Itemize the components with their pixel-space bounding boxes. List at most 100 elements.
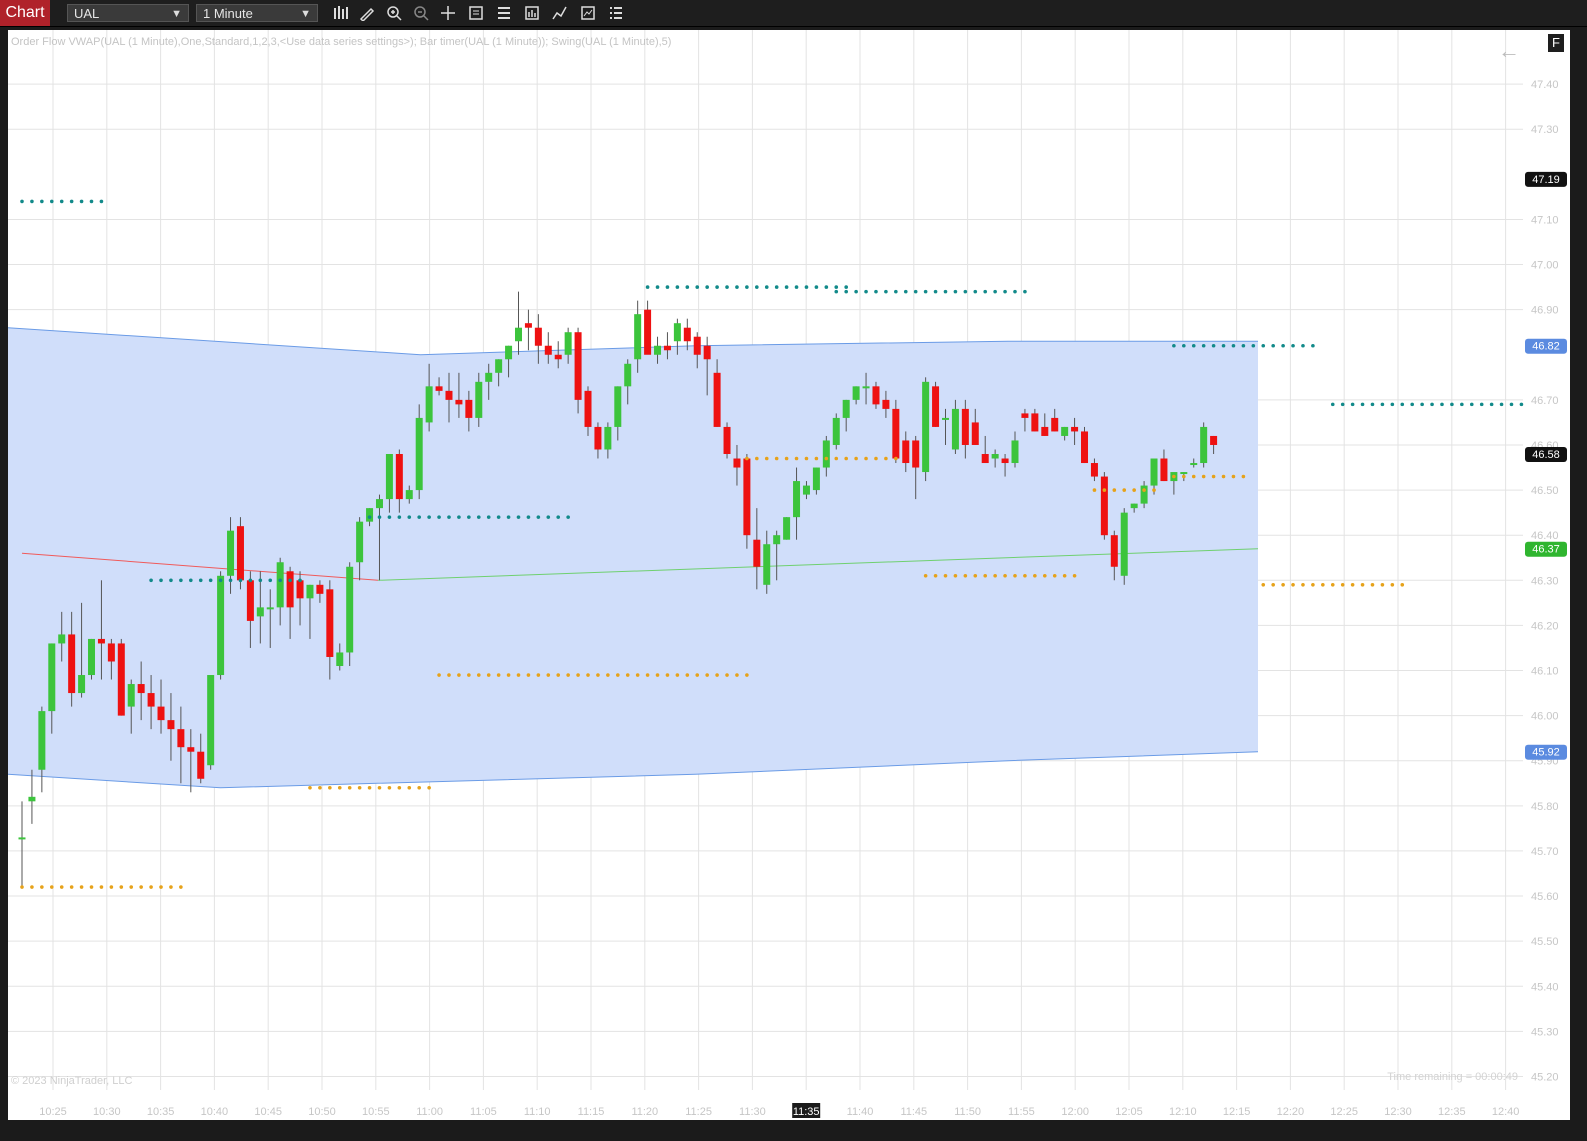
swing-high-dot — [645, 285, 650, 289]
swing-high-dot — [397, 515, 402, 519]
swing-high-dot — [1003, 289, 1007, 294]
f-button[interactable]: F — [1548, 34, 1564, 52]
swing-low-dot — [814, 456, 819, 461]
properties-icon[interactable] — [494, 3, 514, 23]
swing-high-dot — [814, 285, 819, 289]
candle-down — [246, 580, 254, 621]
swing-low-dot — [1052, 573, 1057, 578]
chart-panel[interactable]: 47.40 47.30 47.10 47.00 46.90 46.70 46.60 46.50… — [8, 30, 1570, 1120]
candle-down — [1160, 458, 1168, 482]
swing-low-dot — [745, 456, 749, 461]
swing-low-dot — [99, 885, 104, 889]
swing-low-dot — [1033, 573, 1037, 578]
x-tick-label: 12:10 — [1169, 1106, 1197, 1118]
zoom-out-icon[interactable] — [411, 3, 431, 23]
candle-down — [1081, 431, 1089, 464]
candle-up — [18, 837, 26, 840]
instrument-selector[interactable]: UAL ▼ — [67, 4, 189, 22]
swing-low-dot — [377, 785, 382, 790]
swing-high-dot — [149, 578, 153, 583]
swing-high-dot — [1201, 343, 1206, 348]
candle-up — [306, 584, 314, 599]
swing-high-dot — [1519, 402, 1524, 407]
candle-up — [951, 408, 959, 450]
candle-down — [1210, 435, 1218, 445]
back-arrow-icon[interactable]: ← — [1498, 38, 1520, 64]
data-box-icon[interactable] — [466, 3, 486, 23]
swing-high-dot — [884, 289, 888, 294]
candle-up — [832, 417, 840, 445]
swing-low-dot — [139, 885, 143, 889]
swing-low-dot — [1311, 583, 1315, 587]
swing-low-dot — [1221, 474, 1226, 479]
swing-low-dot — [20, 885, 24, 889]
candle-up — [1140, 485, 1148, 504]
templates-icon[interactable] — [522, 3, 542, 23]
swing-low-dot — [973, 573, 978, 578]
chart-trader-icon[interactable] — [606, 3, 626, 23]
swing-high-dot — [894, 289, 898, 294]
swing-high-dot — [417, 515, 422, 519]
swing-high-dot — [1013, 289, 1017, 294]
swing-high-dot — [844, 285, 848, 289]
swing-high-dot — [89, 199, 94, 204]
candle-up — [346, 566, 354, 653]
zoom-in-icon[interactable] — [384, 3, 404, 23]
indicators-icon[interactable] — [578, 3, 598, 23]
candle-down — [445, 390, 453, 400]
swing-high-dot — [1261, 343, 1266, 348]
swing-low-dot — [794, 456, 799, 461]
swing-high-dot — [794, 285, 799, 289]
drawing-tool-icon[interactable] — [357, 3, 377, 23]
bar-type-icon[interactable] — [330, 3, 350, 23]
swing-low-dot — [824, 456, 829, 461]
price-flag-label: 47.19 — [1532, 174, 1560, 186]
swing-high-dot — [556, 515, 561, 519]
swing-low-dot — [1350, 583, 1355, 587]
swing-high-dot — [854, 289, 858, 294]
x-tick-label: 10:30 — [93, 1106, 121, 1118]
swing-high-dot — [834, 285, 839, 289]
swing-high-dot — [1291, 343, 1295, 348]
swing-high-dot — [824, 285, 829, 289]
swing-high-dot — [745, 285, 749, 289]
swing-high-dot — [1311, 343, 1315, 348]
crosshair-icon[interactable] — [438, 3, 458, 23]
swing-low-dot — [655, 673, 660, 677]
swing-low-dot — [69, 885, 74, 889]
candle-down — [544, 345, 552, 355]
swing-high-dot — [427, 515, 431, 519]
swing-low-dot — [129, 885, 134, 889]
candle-up — [941, 417, 949, 420]
swing-low-dot — [844, 456, 848, 461]
swing-low-dot — [695, 673, 700, 677]
candle-up — [1011, 440, 1019, 464]
swing-low-dot — [606, 673, 610, 677]
swing-low-dot — [159, 885, 163, 889]
swing-low-dot — [725, 673, 729, 677]
swing-high-dot — [20, 199, 24, 204]
chart-tab[interactable]: Chart — [0, 0, 50, 26]
price-chart[interactable]: 47.4047.3047.1047.0046.9046.7046.6046.50… — [8, 30, 1570, 1120]
swing-high-dot — [764, 285, 769, 289]
candle-up — [614, 386, 622, 427]
candle-down — [286, 571, 294, 608]
swing-high-dot — [278, 578, 282, 583]
swing-high-dot — [476, 515, 481, 519]
candle-up — [852, 386, 860, 400]
candle-down — [971, 422, 979, 445]
swing-low-dot — [417, 785, 422, 790]
swing-high-dot — [1430, 402, 1434, 407]
swing-low-dot — [328, 785, 332, 790]
swing-low-dot — [586, 673, 590, 677]
candle-up — [425, 386, 433, 423]
interval-selector[interactable]: 1 Minute ▼ — [196, 4, 318, 22]
candle-down — [177, 729, 185, 748]
swing-high-dot — [1350, 402, 1355, 407]
candle-down — [1090, 463, 1098, 477]
candle-up — [366, 508, 374, 522]
swing-high-dot — [1281, 343, 1285, 348]
candle-up — [48, 643, 56, 712]
swing-high-dot — [1420, 402, 1424, 407]
strategies-icon[interactable] — [550, 3, 570, 23]
